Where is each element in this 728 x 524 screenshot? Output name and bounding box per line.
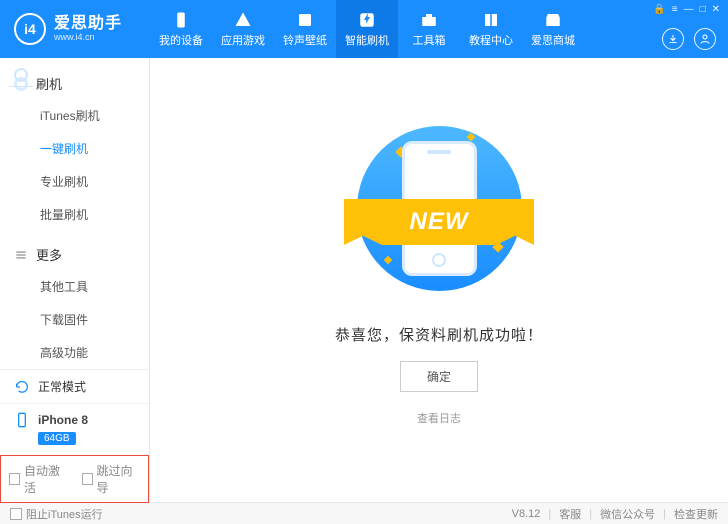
storage-badge: 64GB <box>38 432 76 445</box>
sidebar: 刷机 iTunes刷机 一键刷机 专业刷机 批量刷机 更多 其他工具 下载固件 … <box>0 58 150 502</box>
nav-label: 教程中心 <box>469 32 513 48</box>
sidebar-group-flash: 刷机 <box>0 68 149 99</box>
nav-tutorials[interactable]: 教程中心 <box>460 0 522 58</box>
device-icon <box>171 10 191 30</box>
skip-wizard-checkbox[interactable]: 跳过向导 <box>82 462 141 496</box>
version-label: V8.12 <box>512 508 541 520</box>
logo-area: i4 爱思助手 www.i4.cn <box>0 13 150 45</box>
more-icon <box>14 248 28 262</box>
maximize-icon[interactable]: □ <box>700 4 706 15</box>
group-title: 刷机 <box>36 74 62 93</box>
checkbox-label: 阻止iTunes运行 <box>26 506 103 522</box>
checkbox-icon <box>10 508 22 520</box>
minimize-icon[interactable]: — <box>684 4 694 15</box>
logo-icon: i4 <box>14 13 46 45</box>
sidebar-item-advanced[interactable]: 高级功能 <box>0 336 149 369</box>
nav-label: 我的设备 <box>159 32 203 48</box>
sidebar-item-download-firmware[interactable]: 下载固件 <box>0 303 149 336</box>
nav-label: 爱思商城 <box>531 32 575 48</box>
refresh-icon <box>14 379 30 395</box>
sidebar-item-other-tools[interactable]: 其他工具 <box>0 270 149 303</box>
header-actions <box>662 28 716 50</box>
nav-flash[interactable]: 智能刷机 <box>336 0 398 58</box>
device-row[interactable]: iPhone 8 64GB <box>0 404 149 455</box>
ok-button[interactable]: 确定 <box>400 361 478 392</box>
download-button[interactable] <box>662 28 684 50</box>
sidebar-item-itunes-flash[interactable]: iTunes刷机 <box>0 99 149 132</box>
lock-icon[interactable]: 🔒 <box>653 4 665 15</box>
new-ribbon: NEW <box>344 199 534 245</box>
options-red-box: 自动激活 跳过向导 <box>0 455 149 503</box>
store-icon <box>543 10 563 30</box>
mode-label: 正常模式 <box>38 378 86 395</box>
close-icon[interactable]: ✕ <box>712 4 720 15</box>
wechat-link[interactable]: 微信公众号 <box>600 506 655 522</box>
nav-label: 智能刷机 <box>345 32 389 48</box>
user-button[interactable] <box>694 28 716 50</box>
content-pane: NEW 恭喜您，保资料刷机成功啦！ 确定 查看日志 <box>150 58 728 502</box>
checkbox-label: 自动激活 <box>24 462 67 496</box>
check-update-link[interactable]: 检查更新 <box>674 506 718 522</box>
checkbox-icon <box>82 473 93 485</box>
checkbox-label: 跳过向导 <box>97 462 140 496</box>
nav-ringtones[interactable]: 铃声壁纸 <box>274 0 336 58</box>
sidebar-group-more: 更多 <box>0 239 149 270</box>
phone-icon <box>14 77 28 91</box>
nav-label: 铃声壁纸 <box>283 32 327 48</box>
nav-apps[interactable]: 应用游戏 <box>212 0 274 58</box>
nav-toolbox[interactable]: 工具箱 <box>398 0 460 58</box>
device-name: iPhone 8 <box>38 413 88 427</box>
flash-icon <box>357 10 377 30</box>
auto-activate-checkbox[interactable]: 自动激活 <box>9 462 68 496</box>
checkbox-icon <box>9 473 20 485</box>
brand-url: www.i4.cn <box>54 33 122 43</box>
footer-bar: 阻止iTunes运行 V8.12| 客服| 微信公众号| 检查更新 <box>0 502 728 524</box>
support-link[interactable]: 客服 <box>559 506 581 522</box>
mode-row[interactable]: 正常模式 <box>0 370 149 404</box>
toolbox-icon <box>419 10 439 30</box>
window-controls: 🔒 ≡ — □ ✕ <box>653 4 720 15</box>
sidebar-item-pro-flash[interactable]: 专业刷机 <box>0 165 149 198</box>
ribbon-text: NEW <box>410 208 469 236</box>
success-message: 恭喜您，保资料刷机成功啦！ <box>335 324 543 345</box>
nav-label: 工具箱 <box>413 32 446 48</box>
success-illustration: NEW <box>334 118 544 298</box>
app-header: i4 爱思助手 www.i4.cn 我的设备 应用游戏 铃声壁纸 智能刷机 工具… <box>0 0 728 58</box>
block-itunes-checkbox[interactable]: 阻止iTunes运行 <box>10 506 103 522</box>
sidebar-item-batch-flash[interactable]: 批量刷机 <box>0 198 149 231</box>
group-title: 更多 <box>36 245 62 264</box>
menu-icon[interactable]: ≡ <box>672 4 678 15</box>
apps-icon <box>233 10 253 30</box>
brand-name: 爱思助手 <box>54 15 122 33</box>
nav-store[interactable]: 爱思商城 <box>522 0 584 58</box>
device-icon <box>14 412 30 428</box>
top-nav: 我的设备 应用游戏 铃声壁纸 智能刷机 工具箱 教程中心 爱思商城 <box>150 0 584 58</box>
view-log-link[interactable]: 查看日志 <box>417 410 461 426</box>
nav-label: 应用游戏 <box>221 32 265 48</box>
sidebar-item-oneclick-flash[interactable]: 一键刷机 <box>0 132 149 165</box>
ringtone-icon <box>295 10 315 30</box>
book-icon <box>481 10 501 30</box>
nav-my-device[interactable]: 我的设备 <box>150 0 212 58</box>
